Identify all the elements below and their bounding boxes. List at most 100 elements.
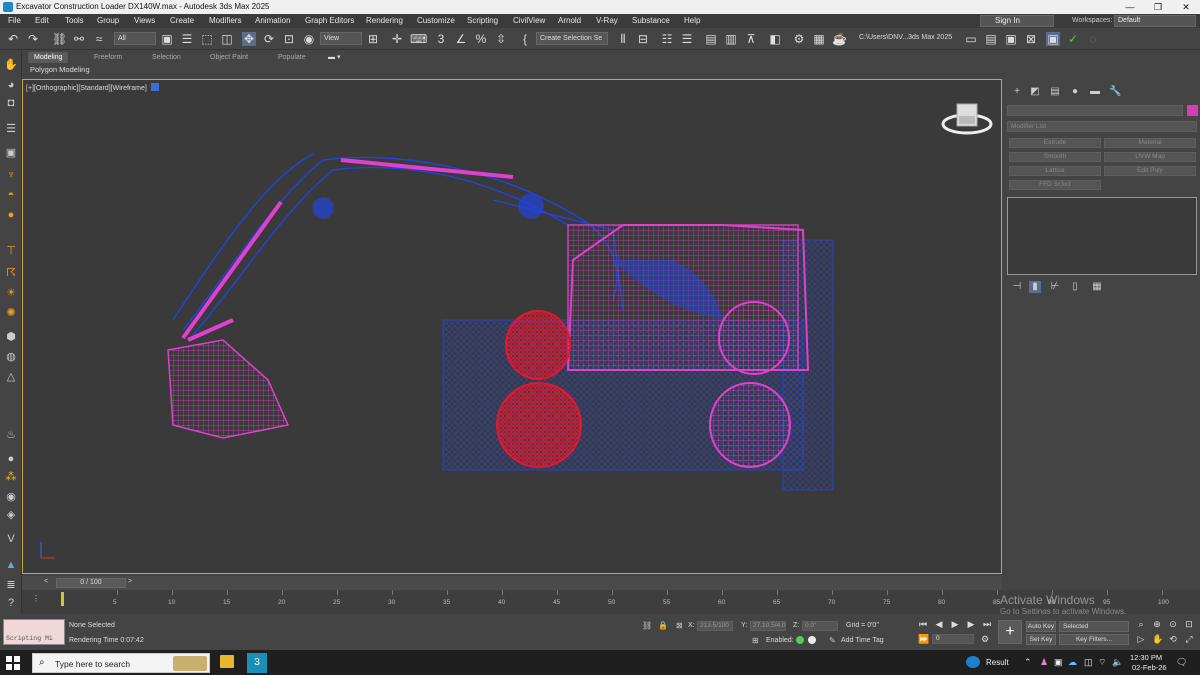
3dsmax-taskbar-icon[interactable]: 3 — [247, 653, 267, 673]
pin-stack-icon[interactable]: ⊣ — [1011, 281, 1023, 293]
next-frame-icon[interactable]: ▶ — [966, 619, 976, 630]
tray-chevron-icon[interactable]: ⌃ — [1024, 657, 1032, 668]
asset-tracking-icon[interactable]: ⊠ — [1024, 32, 1038, 46]
time-slider-handle[interactable]: 0 / 100 — [56, 578, 126, 588]
hand-icon[interactable]: ✋ — [4, 58, 18, 72]
lamp-icon[interactable]: ♆ — [4, 168, 18, 182]
lock-selection-icon[interactable]: 🔒 — [658, 621, 668, 630]
minimize-icon[interactable]: — — [1116, 0, 1144, 14]
trackbar-options-icon[interactable]: ⋮ — [32, 594, 40, 603]
modifier-ffd-button[interactable]: FFD 3x3x3 — [1009, 180, 1101, 190]
menu-edit[interactable]: Edit — [35, 16, 49, 25]
menu-lines-icon[interactable]: ≣ — [4, 578, 18, 592]
modifier-list-dropdown[interactable]: Modifier List — [1007, 121, 1197, 132]
menu-vray[interactable]: V-Ray — [596, 16, 618, 25]
previous-frame-icon[interactable]: ◀ — [934, 619, 944, 630]
info-icon[interactable] — [808, 636, 816, 644]
menu-substance[interactable]: Substance — [632, 16, 670, 25]
mirror-icon[interactable]: ⫴ — [616, 32, 630, 46]
modifier-lattice-button[interactable]: Lattice — [1009, 166, 1101, 176]
isolate-icon[interactable]: ⛓ — [642, 621, 652, 630]
folder-icon[interactable]: ▣ — [1004, 32, 1018, 46]
omni-icon[interactable]: ☈ — [4, 266, 18, 280]
edit-named-selection-icon[interactable]: { — [518, 32, 532, 46]
sphere-icon[interactable]: ◍ — [4, 350, 18, 364]
select-scale-icon[interactable]: ⊡ — [282, 32, 296, 46]
field-of-view-icon[interactable]: ▷ — [1136, 634, 1146, 645]
set-key-big-button[interactable]: + — [998, 620, 1022, 644]
pyramid-icon[interactable]: △ — [4, 370, 18, 384]
angle-snap-icon[interactable]: ∠ — [454, 32, 468, 46]
select-object-icon[interactable]: ▣ — [160, 32, 174, 46]
render-production-icon[interactable]: ☕ — [832, 32, 847, 46]
windows-start-icon[interactable] — [6, 656, 20, 670]
vray-object-icon[interactable]: ◈ — [4, 508, 18, 522]
particles-icon[interactable]: ⁂ — [4, 470, 18, 484]
tab-populate[interactable]: Populate — [272, 52, 312, 63]
maxscript-listener[interactable]: Scripting Mi — [3, 619, 65, 645]
wifi-icon[interactable]: ⌔ — [1098, 657, 1106, 668]
tray-monitor-icon[interactable]: ▣ — [1054, 657, 1063, 668]
set-key-button[interactable]: Set Key — [1026, 634, 1056, 645]
fire-icon[interactable]: ♨ — [4, 428, 18, 442]
triangles-icon[interactable]: ▲ — [4, 558, 18, 572]
sign-in-button[interactable]: Sign In — [980, 15, 1054, 27]
network-icon[interactable]: ◫ — [1084, 657, 1093, 668]
sync-icon[interactable]: ◌ — [1086, 32, 1100, 46]
maximize-icon[interactable]: ❐ — [1144, 0, 1172, 14]
menu-animation[interactable]: Animation — [255, 16, 291, 25]
menu-help[interactable]: Help — [684, 16, 700, 25]
set-project-icon[interactable]: ▭ — [964, 32, 978, 46]
menu-group[interactable]: Group — [97, 16, 119, 25]
spinner-snap-icon[interactable]: ⇳ — [494, 32, 508, 46]
auto-key-button[interactable]: Auto Key — [1026, 621, 1056, 632]
teapot-icon[interactable]: ◉ — [4, 490, 18, 504]
curve-editor-icon[interactable]: ▥ — [724, 32, 738, 46]
reference-coordinate-dropdown[interactable]: View — [320, 32, 362, 45]
x-coordinate-field[interactable]: 213.5/100 — [697, 621, 733, 631]
time-marker[interactable] — [61, 592, 64, 606]
camera-icon[interactable]: ◘ — [4, 96, 18, 110]
zoom-icon[interactable]: ⌕ — [1136, 619, 1146, 630]
menu-create[interactable]: Create — [170, 16, 194, 25]
align-icon[interactable]: ⊟ — [636, 32, 650, 46]
key-filters-button[interactable]: Key Filters... — [1059, 634, 1129, 645]
undo-icon[interactable]: ↶ — [6, 32, 20, 46]
menu-modifiers[interactable]: Modifiers — [209, 16, 241, 25]
remove-modifier-icon[interactable]: ▯ — [1069, 281, 1081, 293]
onedrive-icon[interactable]: ☁ — [1068, 657, 1077, 668]
modifier-stack[interactable] — [1007, 197, 1197, 275]
open-file-icon[interactable]: ▤ — [984, 32, 998, 46]
modifier-uvw-map-button[interactable]: UVW Map — [1104, 152, 1196, 162]
modifier-extrude-button[interactable]: Extrude — [1009, 138, 1101, 148]
bind-spacewarp-icon[interactable]: ≈ — [92, 32, 106, 46]
manipulate-icon[interactable]: ✛ — [390, 32, 404, 46]
ball-icon[interactable]: ● — [4, 452, 18, 466]
sphere-light-icon[interactable]: ● — [4, 208, 18, 222]
menu-tools[interactable]: Tools — [65, 16, 84, 25]
add-time-tag-button[interactable]: Add Time Tag — [841, 637, 884, 644]
time-next-button[interactable]: > — [128, 578, 132, 585]
hierarchy-panel-icon[interactable]: ▤ — [1049, 86, 1061, 98]
menu-views[interactable]: Views — [134, 16, 155, 25]
key-mode-icon[interactable]: ⏩ — [918, 634, 929, 645]
enabled-toggle[interactable] — [796, 636, 804, 644]
tab-selection[interactable]: Selection — [146, 52, 187, 63]
zoom-extents-all-icon[interactable]: ⊡ — [1184, 619, 1194, 630]
rect-selection-icon[interactable]: ⬚ — [200, 32, 214, 46]
z-coordinate-field[interactable]: 0.0" — [802, 621, 838, 631]
geometry-icon[interactable]: ◕ — [4, 78, 18, 92]
select-by-name-icon[interactable]: ☰ — [180, 32, 194, 46]
tab-freeform[interactable]: Freeform — [88, 52, 128, 63]
zoom-all-icon[interactable]: ⊕ — [1152, 619, 1162, 630]
object-color-swatch[interactable] — [1187, 105, 1198, 116]
adaptive-degradation-icon[interactable]: ⊞ — [752, 636, 759, 645]
list-icon[interactable]: ☰ — [4, 122, 18, 136]
pivot-center-icon[interactable]: ⊞ — [366, 32, 380, 46]
modifier-edit-poly-button[interactable]: Edit Poly — [1104, 166, 1196, 176]
motion-panel-icon[interactable]: ● — [1069, 86, 1081, 98]
current-frame-field[interactable]: 0 — [932, 634, 974, 644]
sun-icon[interactable]: ☀ — [4, 286, 18, 300]
menu-file[interactable]: File — [8, 16, 21, 25]
ribbon-options-icon[interactable]: ▬ ▾ — [322, 52, 346, 63]
